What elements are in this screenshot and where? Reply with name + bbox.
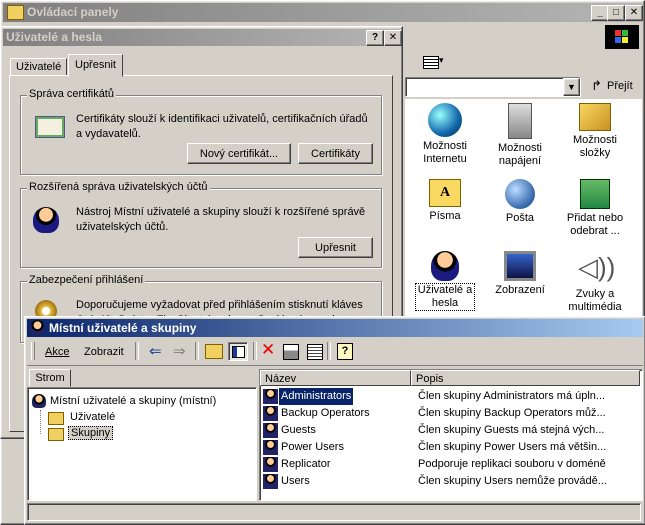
windows-logo bbox=[605, 25, 639, 49]
cp-item-users-passwords[interactable]: Uživatelé a hesla bbox=[410, 251, 480, 311]
control-panel-titlebar[interactable]: Ovládací panely _ □ ✕ bbox=[3, 3, 643, 22]
cp-item-internet-options[interactable]: Možnosti Internetu bbox=[410, 103, 480, 166]
advanced-user-management-group: Rozšířená správa uživatelských účtů Nást… bbox=[20, 181, 382, 268]
speaker-icon: ◁)) bbox=[578, 252, 616, 282]
add-remove-programs-icon bbox=[580, 179, 610, 209]
users-group-icon bbox=[30, 320, 45, 335]
group-icon bbox=[263, 406, 278, 421]
list-pane: Název Popis Administrators Člen skupiny … bbox=[259, 369, 643, 501]
fonts-folder-icon: A bbox=[429, 179, 461, 207]
control-panel-icons-area: Možnosti Internetu Možnosti napájení Možno… bbox=[405, 99, 642, 319]
advanced-group-title: Rozšířená správa uživatelských účtů bbox=[27, 181, 210, 193]
lusrmgr-window: Místní uživatelé a skupiny Akce Zobrazit… bbox=[24, 316, 645, 525]
user-key-icon bbox=[33, 207, 59, 233]
tab-users[interactable]: Uživatelé bbox=[10, 58, 68, 76]
go-arrow-icon: ↱ bbox=[591, 78, 602, 93]
export-list-icon[interactable] bbox=[307, 344, 323, 360]
lusrmgr-titlebar[interactable]: Místní uživatelé a skupiny bbox=[27, 319, 643, 337]
status-bar bbox=[27, 503, 641, 521]
globe-icon bbox=[428, 103, 462, 137]
group-icon bbox=[263, 389, 278, 404]
lusrmgr-title: Místní uživatelé a skupiny bbox=[49, 321, 197, 335]
column-header-description[interactable]: Popis bbox=[411, 370, 640, 386]
views-icon bbox=[423, 56, 439, 69]
forward-arrow-icon[interactable]: ⇒ bbox=[173, 342, 186, 360]
back-arrow-icon[interactable]: ⇐ bbox=[149, 342, 162, 360]
cp-item-add-remove[interactable]: Přidat nebo odebrat ... bbox=[560, 179, 630, 238]
certificates-group-title: Správa certifikátů bbox=[27, 88, 116, 100]
column-header-name[interactable]: Název bbox=[260, 370, 411, 386]
mmc-toolbar: Akce Zobrazit ⇐ ⇒ ✕ ? bbox=[27, 339, 643, 366]
go-button[interactable]: ↱ Přejít bbox=[587, 76, 639, 96]
group-icon bbox=[263, 423, 278, 438]
cp-item-power-options[interactable]: Možnosti napájení bbox=[485, 103, 555, 168]
help-icon[interactable]: ? bbox=[337, 343, 353, 360]
tree-pane: Místní uživatelé a skupiny (místní) Uživ… bbox=[27, 387, 257, 501]
cp-item-sounds[interactable]: ◁)) Zvuky a multimédia bbox=[560, 251, 630, 314]
address-bar[interactable]: ▼ bbox=[405, 77, 581, 97]
advanced-button[interactable]: Upřesnit bbox=[298, 237, 373, 258]
certificates-button[interactable]: Certifikáty bbox=[298, 143, 373, 164]
cp-item-display[interactable]: Zobrazení bbox=[485, 251, 555, 297]
delete-icon[interactable]: ✕ bbox=[261, 340, 275, 360]
table-row[interactable]: Administrators Člen skupiny Administrato… bbox=[261, 388, 611, 405]
mail-icon bbox=[505, 179, 535, 209]
menu-view[interactable]: Zobrazit bbox=[84, 346, 124, 358]
control-panel-title: Ovládací panely bbox=[27, 5, 119, 19]
group-icon bbox=[263, 457, 278, 472]
users-key-icon bbox=[431, 251, 459, 281]
certificate-icon bbox=[35, 116, 65, 138]
new-certificate-button[interactable]: Nový certifikát... bbox=[187, 143, 291, 164]
tab-advanced[interactable]: Upřesnit bbox=[68, 54, 123, 77]
cp-item-folder-options[interactable]: Možnosti složky bbox=[560, 103, 630, 160]
dialog-close-button[interactable]: ✕ bbox=[384, 30, 402, 46]
menu-action[interactable]: Akce bbox=[45, 346, 69, 358]
folder-icon bbox=[48, 412, 64, 425]
help-button[interactable]: ? bbox=[366, 30, 384, 46]
monitor-icon bbox=[504, 251, 536, 281]
address-dropdown-button[interactable]: ▼ bbox=[563, 78, 580, 96]
dialog-titlebar[interactable]: Uživatelé a hesla ? ✕ bbox=[3, 29, 402, 46]
power-plug-icon bbox=[508, 103, 532, 139]
folder-tools-icon bbox=[579, 103, 611, 131]
views-button[interactable]: ▾ bbox=[421, 53, 447, 71]
dialog-title: Uživatelé a hesla bbox=[6, 30, 103, 44]
group-icon bbox=[263, 440, 278, 455]
users-groups-icon bbox=[32, 394, 46, 408]
group-icon bbox=[263, 474, 278, 489]
secure-logon-group-title: Zabezpečení přihlášení bbox=[27, 274, 146, 286]
maximize-button[interactable]: □ bbox=[607, 5, 625, 21]
close-button[interactable]: ✕ bbox=[625, 5, 643, 21]
cp-item-mail[interactable]: Pošta bbox=[485, 179, 555, 225]
show-tree-icon[interactable] bbox=[228, 342, 248, 361]
cp-item-fonts[interactable]: A Písma bbox=[410, 179, 480, 223]
folder-icon bbox=[48, 428, 64, 441]
folder-icon bbox=[7, 5, 24, 20]
certificates-group: Správa certifikátů Certifikáty slouží k … bbox=[20, 88, 382, 175]
up-folder-icon[interactable] bbox=[205, 344, 223, 359]
certificates-description: Certifikáty slouží k identifikaci uživat… bbox=[76, 113, 368, 140]
tree-tab[interactable]: Strom bbox=[29, 369, 71, 387]
properties-icon[interactable] bbox=[283, 344, 299, 360]
advanced-description: Nástroj Místní uživatelé a skupiny slouž… bbox=[76, 206, 366, 233]
